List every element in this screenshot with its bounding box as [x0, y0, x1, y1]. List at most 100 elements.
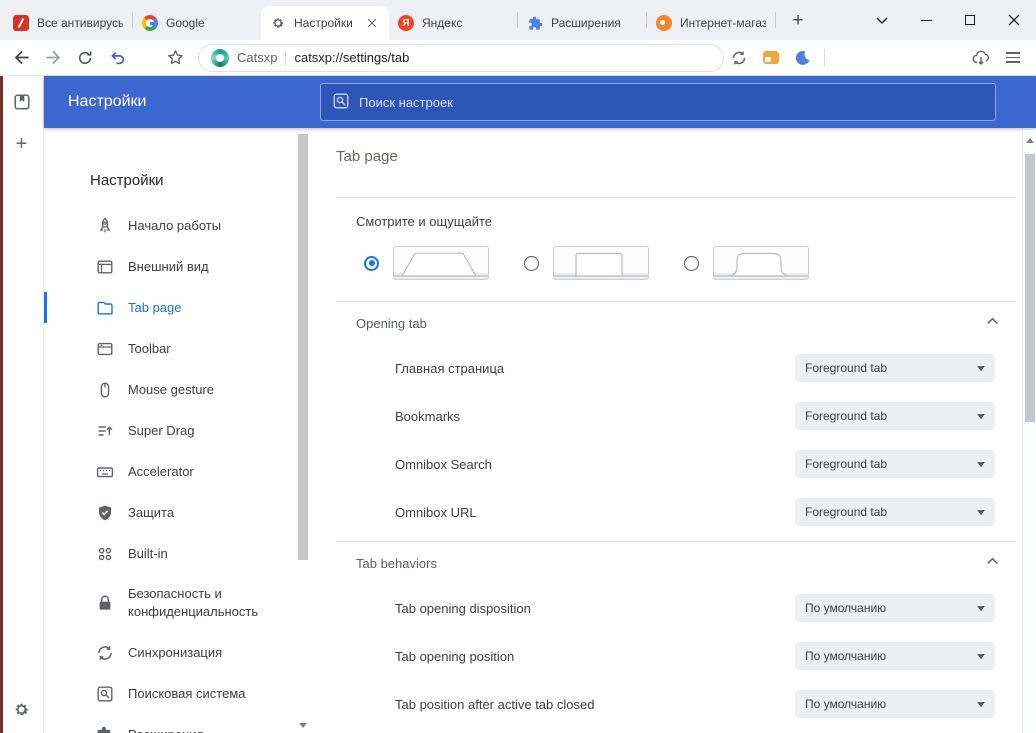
caret-down-icon — [977, 413, 985, 419]
add-panel-button[interactable]: + — [8, 130, 36, 158]
section-header-opening-tab[interactable]: Opening tab — [356, 302, 1000, 344]
nav-item-sync[interactable]: Синхронизация — [44, 632, 310, 673]
nav-item-label: Super Drag — [128, 422, 195, 438]
address-url: catsxp://settings/tab — [294, 50, 410, 65]
close-button[interactable] — [992, 0, 1036, 40]
dropdown-opening-position[interactable]: По умолчанию — [795, 642, 995, 670]
download-cloud-icon[interactable] — [966, 43, 996, 73]
tab-close-icon[interactable] — [364, 15, 380, 31]
tab-shape-preview-square[interactable] — [553, 246, 649, 280]
screenshot-tool-icon[interactable] — [756, 43, 786, 73]
settings-row-position-after-close: Tab position after active tab closed По … — [395, 680, 995, 728]
dropdown-omnibox-search[interactable]: Foreground tab — [795, 450, 995, 478]
nav-item-search-engine[interactable]: Поисковая система — [44, 673, 310, 714]
caret-down-icon — [977, 605, 985, 611]
browser-toolbar: Catsxp catsxp://settings/tab — [0, 40, 1036, 76]
section-header-tab-behaviors[interactable]: Tab behaviors — [356, 542, 1000, 584]
chevron-down-icon[interactable] — [860, 0, 904, 40]
tab-separator — [775, 12, 776, 28]
settings-search-input[interactable] — [359, 94, 983, 110]
keyboard-icon — [96, 463, 114, 481]
nav-item-accelerator[interactable]: Accelerator — [44, 451, 310, 492]
radio-rounded[interactable] — [684, 255, 699, 271]
bookmark-panel-icon[interactable] — [8, 88, 36, 116]
yandex-icon: Я — [398, 15, 414, 31]
dropdown-home-page[interactable]: Foreground tab — [795, 354, 995, 382]
row-label: Главная страница — [395, 360, 505, 376]
nav-item-toolbar[interactable]: Toolbar — [44, 328, 310, 369]
nav-item-extensions[interactable]: Расширения — [44, 714, 310, 733]
nav-item-protection[interactable]: Защита — [44, 492, 310, 533]
nav-scrollbar-thumb[interactable] — [298, 134, 308, 560]
dropdown-opening-disposition[interactable]: По умолчанию — [795, 594, 995, 622]
bookmark-star-icon[interactable] — [160, 43, 190, 73]
new-tab-button[interactable]: + — [784, 7, 812, 35]
sync-icon[interactable] — [724, 43, 754, 73]
back-button[interactable] — [6, 43, 36, 73]
radio-square[interactable] — [524, 255, 539, 271]
address-bar[interactable]: Catsxp catsxp://settings/tab — [198, 43, 724, 72]
dropdown-value: По умолчанию — [805, 649, 887, 663]
nav-item-label: Toolbar — [128, 340, 171, 356]
browser-tab-google[interactable]: Google — [133, 6, 261, 40]
settings-search-box[interactable] — [320, 83, 996, 121]
toolbar-icon — [96, 340, 114, 358]
content-scrollbar-thumb[interactable] — [1025, 154, 1035, 422]
mouse-icon — [96, 381, 114, 399]
nav-item-label: Built-in — [128, 545, 168, 561]
tab-shape-preview-rounded[interactable] — [713, 246, 809, 280]
reload-button[interactable] — [70, 43, 100, 73]
nav-item-super-drag[interactable]: Super Drag — [44, 410, 310, 451]
tab-shape-preview-trapezoid[interactable] — [393, 246, 489, 280]
settings-row-bookmarks: Bookmarks Foreground tab — [395, 392, 995, 440]
catsxp-logo — [211, 48, 229, 67]
dark-mode-moon-icon[interactable] — [788, 43, 818, 73]
tab-title: Настройки — [294, 16, 353, 30]
browser-tab-antivirus[interactable]: Все антивирусы — [4, 6, 132, 40]
nav-item-tab-page[interactable]: Tab page — [44, 287, 310, 328]
browser-tab-yandex[interactable]: Я Яндекс — [389, 6, 517, 40]
antivirus-site-icon — [13, 15, 29, 31]
nav-item-label: Синхронизация — [128, 644, 223, 660]
tab-title: Интернет-магаз — [680, 16, 766, 30]
nav-item-getting-started[interactable]: Начало работы — [44, 205, 310, 246]
menu-hamburger-icon[interactable] — [998, 43, 1028, 73]
dropdown-omnibox-url[interactable]: Foreground tab — [795, 498, 995, 526]
rail-settings-gear-icon[interactable] — [8, 695, 36, 723]
tab-shape-options — [364, 245, 1022, 281]
scroll-up-arrow-icon[interactable] — [1025, 138, 1034, 143]
row-label: Tab opening position — [395, 648, 515, 664]
nav-item-label: Расширения — [128, 726, 204, 733]
dropdown-bookmarks[interactable]: Foreground tab — [795, 402, 995, 430]
nav-item-built-in[interactable]: Built-in — [44, 533, 310, 574]
tab-title: Расширения — [551, 16, 621, 30]
browser-tab-settings-active[interactable]: Настройки — [261, 6, 389, 40]
dropdown-value: По умолчанию — [805, 601, 887, 615]
dropdown-position-after-close[interactable]: По умолчанию — [795, 690, 995, 718]
undo-arrow-button[interactable] — [102, 43, 132, 73]
nav-scrollbar[interactable] — [297, 134, 309, 733]
google-icon — [142, 15, 158, 31]
chevron-up-icon[interactable] — [985, 554, 1000, 572]
settings-row-home-page: Главная страница Foreground tab — [395, 344, 995, 392]
nav-items: Начало работы Внешний вид Tab page Toolb… — [44, 205, 310, 733]
forward-button[interactable] — [38, 43, 68, 73]
browser-tab-shop[interactable]: Интернет-магаз — [647, 6, 775, 40]
nav-item-privacy[interactable]: Безопасность и конфиденциальность — [44, 574, 310, 632]
nav-item-mouse-gesture[interactable]: Mouse gesture — [44, 369, 310, 410]
tab-title: Все антивирусы — [37, 16, 123, 30]
content-scrollbar[interactable] — [1022, 130, 1036, 733]
folder-icon — [96, 299, 114, 317]
maximize-button[interactable] — [948, 0, 992, 40]
browser-tab-extensions[interactable]: Расширения — [518, 6, 646, 40]
nav-item-appearance[interactable]: Внешний вид — [44, 246, 310, 287]
settings-row-omnibox-search: Omnibox Search Foreground tab — [395, 440, 995, 488]
tab-title: Яндекс — [422, 16, 463, 30]
dropdown-value: Foreground tab — [805, 409, 888, 423]
settings-header: Настройки — [44, 76, 1036, 128]
minimize-button[interactable] — [904, 0, 948, 40]
scroll-down-arrow-icon[interactable] — [299, 723, 307, 728]
chevron-up-icon[interactable] — [985, 314, 1000, 332]
dropdown-value: Foreground tab — [805, 361, 888, 375]
radio-trapezoid-selected[interactable] — [364, 255, 379, 271]
